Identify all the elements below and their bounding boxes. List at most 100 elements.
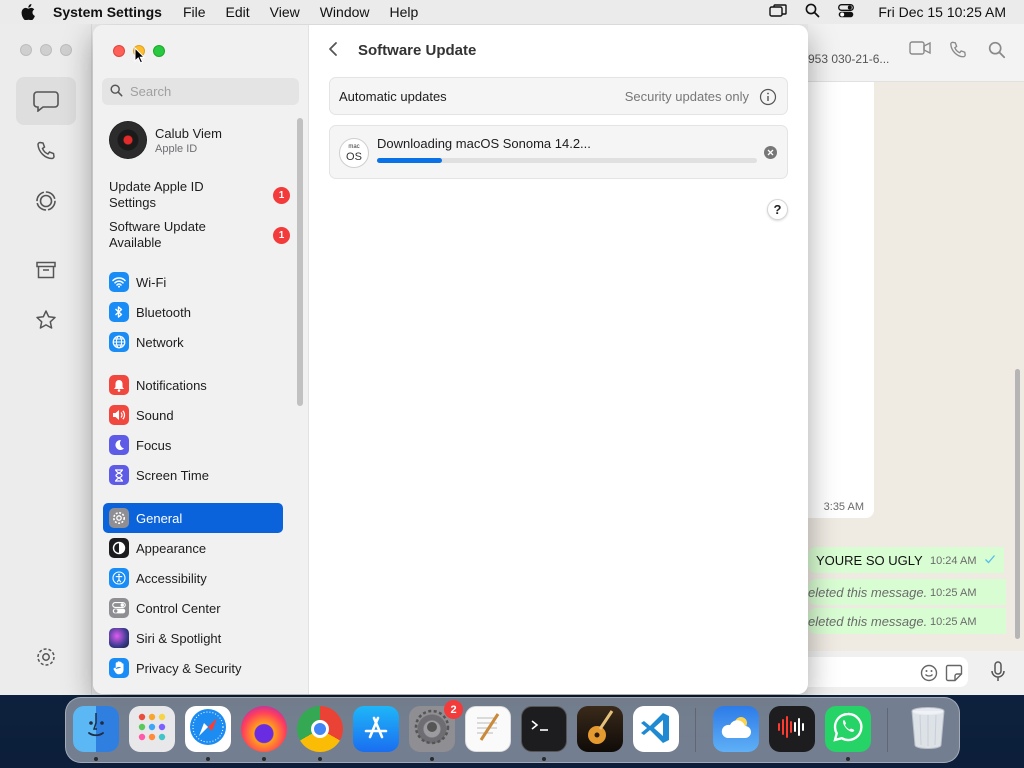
dock-finder[interactable] bbox=[73, 706, 119, 752]
sidebar-item-general[interactable]: General bbox=[103, 503, 283, 533]
emoji-icon[interactable] bbox=[920, 664, 938, 687]
menu-help[interactable]: Help bbox=[390, 4, 419, 20]
dock-safari[interactable] bbox=[185, 706, 231, 752]
sidebar-item-network[interactable]: Network bbox=[103, 327, 283, 357]
dock-trash[interactable] bbox=[905, 706, 951, 752]
sidebar-item-label: Sound bbox=[136, 407, 174, 423]
help-button[interactable]: ? bbox=[767, 199, 788, 220]
dock-textedit[interactable] bbox=[465, 706, 511, 752]
message-composer bbox=[808, 651, 1024, 695]
sidebar-item-wifi[interactable]: Wi-Fi bbox=[103, 267, 283, 297]
sidebar-item-label: Wi-Fi bbox=[136, 274, 167, 290]
sticker-icon[interactable] bbox=[945, 664, 963, 687]
message-input[interactable] bbox=[808, 657, 968, 687]
running-indicator bbox=[94, 757, 98, 761]
menu-clock[interactable]: Fri Dec 15 10:25 AM bbox=[878, 4, 1006, 20]
running-indicator bbox=[206, 757, 210, 761]
sidebar-item-appearance[interactable]: Appearance bbox=[103, 533, 283, 563]
menu-edit[interactable]: Edit bbox=[226, 4, 250, 20]
sidebar-item-focus[interactable]: Focus bbox=[103, 430, 283, 460]
back-chevron-icon[interactable] bbox=[328, 41, 338, 62]
menu-view[interactable]: View bbox=[270, 4, 300, 20]
sidebar-item-sound[interactable]: Sound bbox=[103, 400, 283, 430]
cancel-download-button[interactable] bbox=[764, 146, 777, 159]
running-indicator bbox=[542, 757, 546, 761]
sidebar-item-bluetooth[interactable]: Bluetooth bbox=[103, 297, 283, 327]
software-update-pane: Software Update Automatic updates Securi… bbox=[309, 25, 808, 694]
dock-whatsapp[interactable] bbox=[825, 706, 871, 752]
menu-app-name[interactable]: System Settings bbox=[53, 4, 162, 20]
automatic-updates-label: Automatic updates bbox=[339, 89, 447, 104]
spotlight-search-icon[interactable] bbox=[805, 3, 820, 21]
apple-menu-icon[interactable] bbox=[18, 0, 38, 24]
control-center-icon[interactable] bbox=[838, 3, 855, 21]
dock-app-store[interactable] bbox=[353, 706, 399, 752]
system-settings-window: Calub Viem Apple ID Update Apple ID Sett… bbox=[93, 25, 808, 694]
wa-close-button[interactable] bbox=[20, 44, 32, 56]
info-icon[interactable] bbox=[759, 88, 777, 111]
sidebar-item-privacy-security[interactable]: Privacy & Security bbox=[103, 653, 283, 683]
sidebar-item-screen-time[interactable]: Screen Time bbox=[103, 460, 283, 490]
search-field[interactable] bbox=[102, 78, 299, 105]
close-button[interactable] bbox=[113, 45, 125, 57]
apple-id-account[interactable]: Calub Viem Apple ID bbox=[109, 120, 222, 160]
safari-icon bbox=[188, 707, 228, 752]
dock-vscode[interactable] bbox=[633, 706, 679, 752]
update-apple-id-settings-item[interactable]: Update Apple ID Settings 1 bbox=[109, 179, 290, 211]
dock-launchpad[interactable] bbox=[129, 706, 175, 752]
dock-system-settings[interactable]: 2 bbox=[409, 700, 463, 752]
sidebar-item-accessibility[interactable]: Accessibility bbox=[103, 563, 283, 593]
garageband-icon bbox=[585, 707, 615, 752]
automatic-updates-row: Automatic updates Security updates only bbox=[329, 77, 788, 115]
sidebar-item-control-center[interactable]: Control Center bbox=[103, 593, 283, 623]
dock-chrome[interactable] bbox=[297, 706, 343, 752]
chat-search-icon[interactable] bbox=[988, 41, 1006, 64]
incoming-message[interactable]: 3:35 AM bbox=[808, 82, 874, 518]
message-text: eleted this message. bbox=[808, 614, 928, 629]
settings-icon[interactable] bbox=[16, 633, 76, 681]
deleted-message[interactable]: eleted this message. 10:25 AM bbox=[808, 608, 1006, 634]
deleted-message[interactable]: eleted this message. 10:25 AM bbox=[808, 579, 1006, 605]
vscode-icon bbox=[639, 710, 673, 749]
dock-garageband[interactable] bbox=[577, 706, 623, 752]
dock-firefox[interactable] bbox=[241, 706, 287, 752]
page-title: Software Update bbox=[358, 42, 477, 59]
menu-file[interactable]: File bbox=[183, 4, 206, 20]
notification-badge: 1 bbox=[273, 187, 290, 204]
sidebar-scrollbar[interactable] bbox=[297, 118, 303, 406]
control-center-icon bbox=[109, 598, 129, 618]
chat-scrollbar[interactable] bbox=[1015, 369, 1020, 639]
wa-minimize-button[interactable] bbox=[40, 44, 52, 56]
zoom-button[interactable] bbox=[153, 45, 165, 57]
outgoing-message[interactable]: YOURE SO UGLY 10:24 AM bbox=[808, 547, 1004, 573]
accessibility-icon bbox=[109, 568, 129, 588]
wa-zoom-button[interactable] bbox=[60, 44, 72, 56]
dock-terminal[interactable] bbox=[521, 706, 567, 752]
hourglass-icon bbox=[109, 465, 129, 485]
video-call-icon[interactable] bbox=[909, 41, 931, 60]
contact-phone[interactable]: 953 030-21-6... bbox=[808, 52, 889, 66]
sidebar-item-label: Network bbox=[136, 334, 184, 350]
sidebar-item-label: Focus bbox=[136, 437, 172, 453]
sidebar-item-siri-spotlight[interactable]: Siri & Spotlight bbox=[103, 623, 283, 653]
message-text: YOURE SO UGLY bbox=[816, 553, 923, 568]
screen-mirroring-icon[interactable] bbox=[769, 3, 788, 21]
dock-weather[interactable] bbox=[713, 706, 759, 752]
finder-icon bbox=[79, 710, 113, 749]
download-status-row: mac OS Downloading macOS Sonoma 14.2... bbox=[329, 125, 788, 179]
status-icon[interactable] bbox=[16, 177, 76, 225]
menu-window[interactable]: Window bbox=[320, 4, 370, 20]
bluetooth-icon bbox=[109, 302, 129, 322]
sidebar-item-label: Siri & Spotlight bbox=[136, 630, 222, 646]
dock-voice-memos[interactable] bbox=[769, 706, 815, 752]
sidebar-item-label: General bbox=[136, 510, 183, 526]
starred-icon[interactable] bbox=[16, 296, 76, 344]
voice-call-icon[interactable] bbox=[949, 41, 967, 64]
software-update-available-item[interactable]: Software Update Available 1 bbox=[109, 219, 290, 251]
calls-icon[interactable] bbox=[16, 127, 76, 175]
search-input[interactable] bbox=[130, 84, 280, 99]
microphone-icon[interactable] bbox=[990, 661, 1006, 688]
chats-icon[interactable] bbox=[16, 77, 76, 125]
archive-icon[interactable] bbox=[16, 246, 76, 294]
sidebar-item-notifications[interactable]: Notifications bbox=[103, 370, 283, 400]
